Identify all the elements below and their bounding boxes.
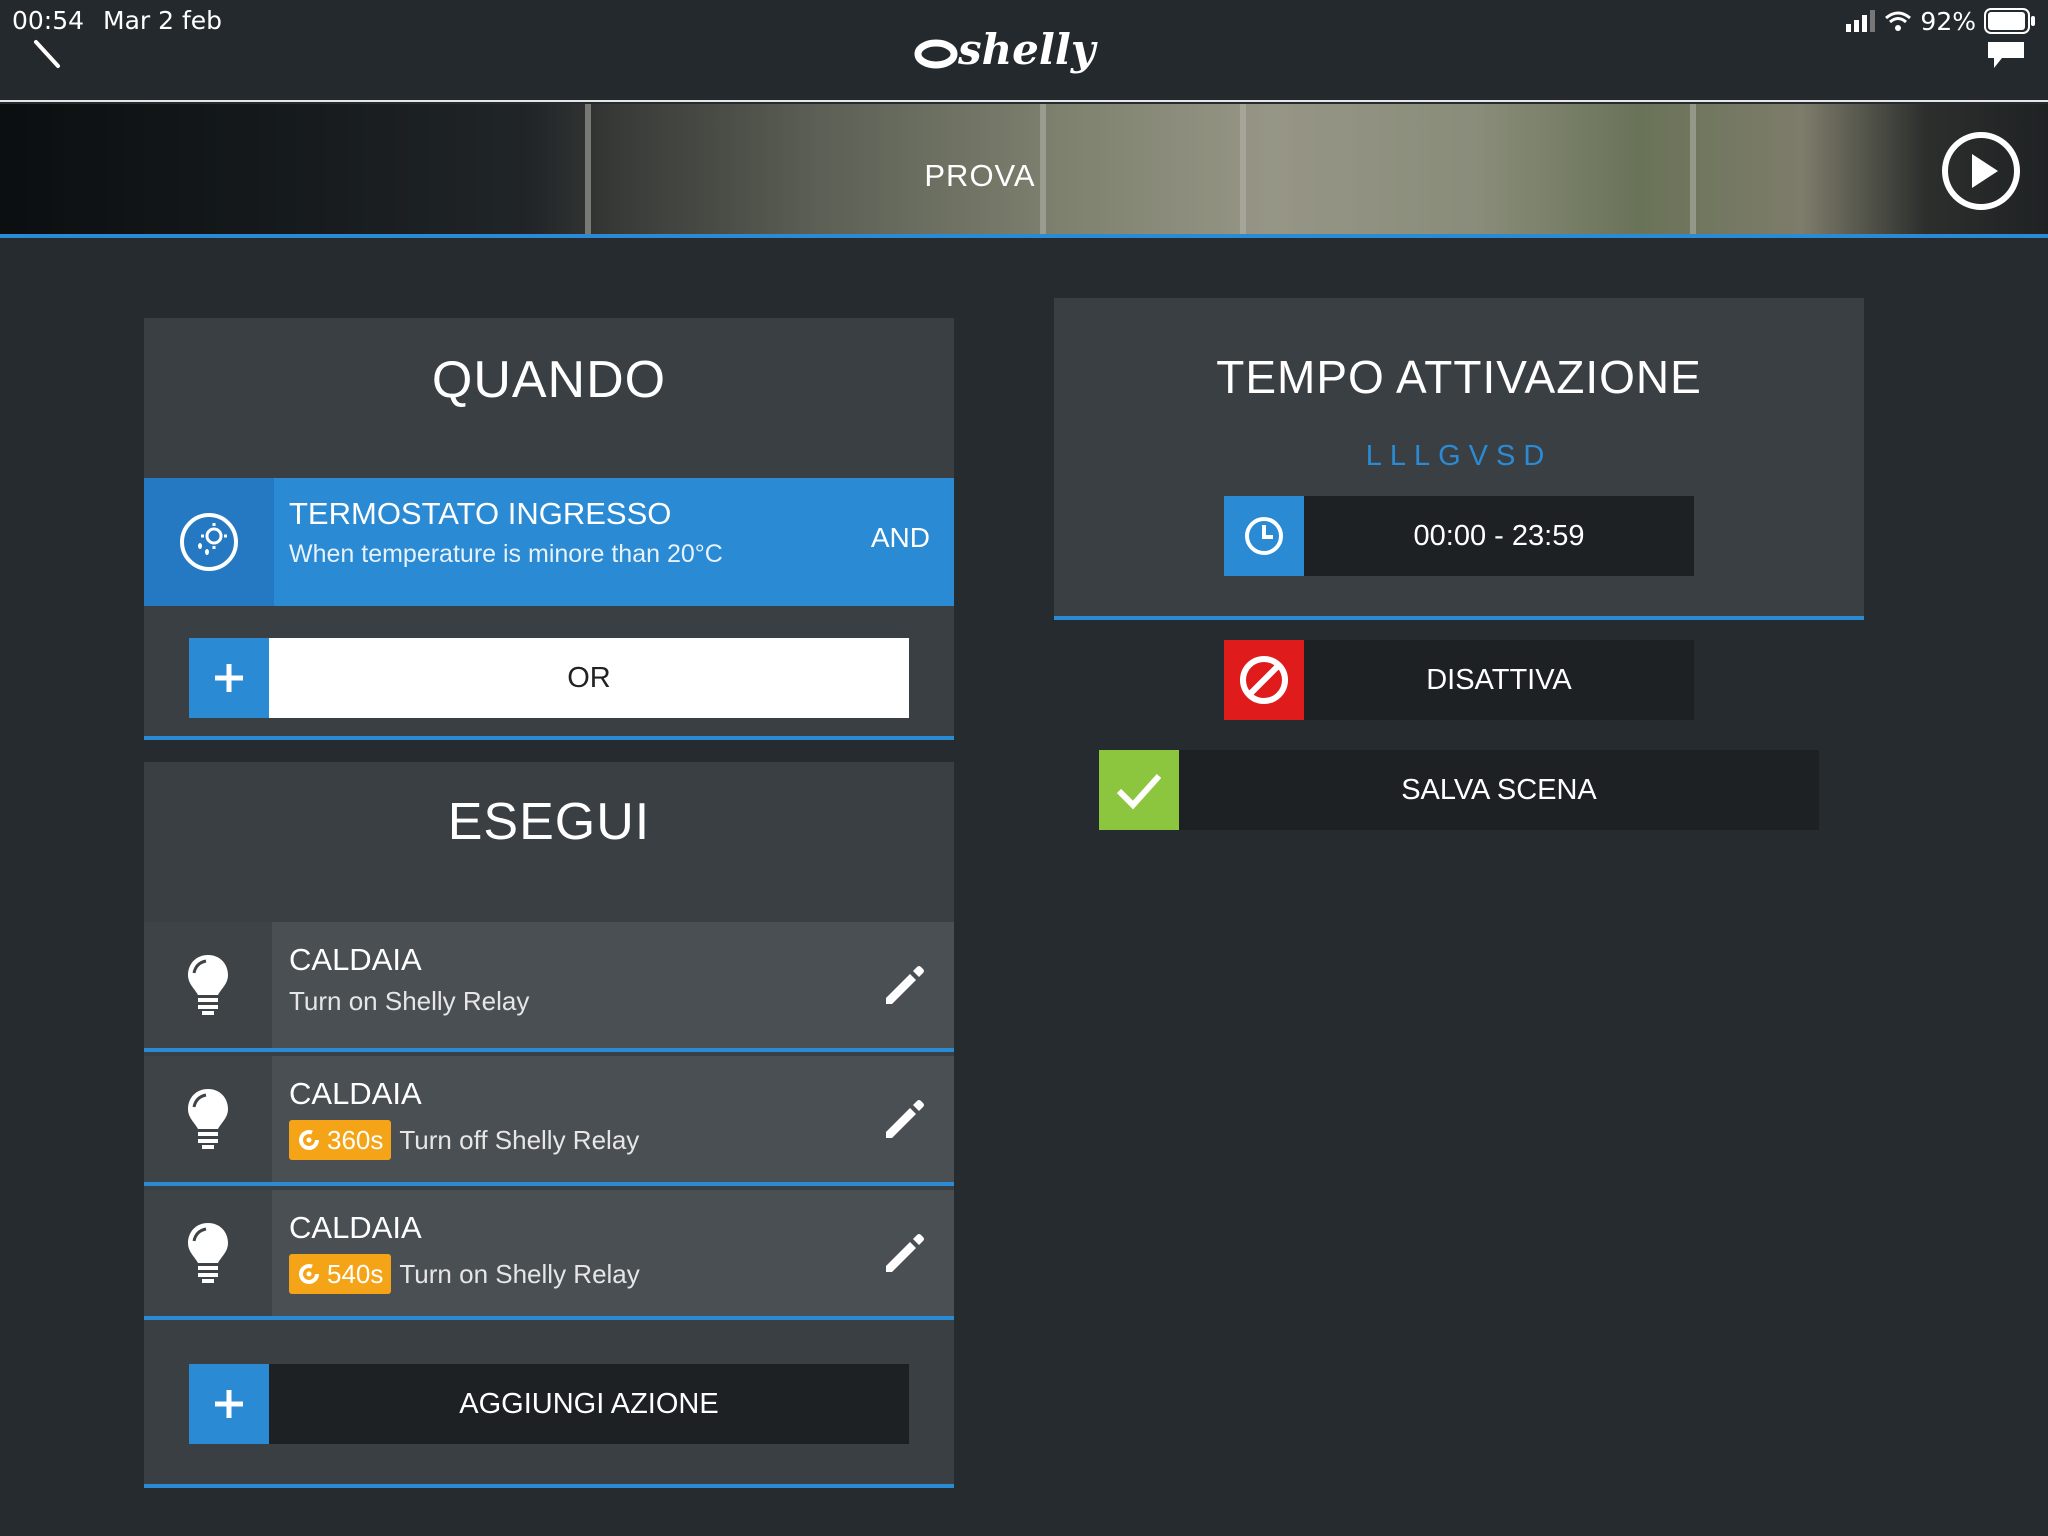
time-range-label: 00:00 - 23:59 xyxy=(1304,496,1694,576)
delay-badge: 360s xyxy=(289,1120,392,1160)
action-title: CALDAIA xyxy=(289,1076,422,1111)
when-panel: QUANDO TERMOSTATO INGRESSO When temperat… xyxy=(144,318,954,740)
or-label: OR xyxy=(269,638,909,718)
add-action-button[interactable]: AGGIUNGI AZIONE xyxy=(189,1364,909,1444)
active-days[interactable]: LLLGVSD xyxy=(1054,440,1864,473)
action-description: Turn on Shelly Relay xyxy=(289,986,530,1016)
delay-badge: 540s xyxy=(289,1254,392,1294)
status-date: Mar 2 feb xyxy=(103,6,223,35)
condition-title: TERMOSTATO INGRESSO xyxy=(289,496,672,531)
delay-value: 360s xyxy=(327,1124,384,1155)
plus-icon xyxy=(189,1364,269,1444)
save-scene-label: SALVA SCENA xyxy=(1179,750,1819,830)
back-icon[interactable] xyxy=(30,36,70,76)
activation-time-title: TEMPO ATTIVAZIONE xyxy=(1216,351,1702,403)
action-row[interactable]: CALDAIA 540s Turn on Shelly Relay xyxy=(144,1190,954,1320)
action-row[interactable]: CALDAIA Turn on Shelly Relay xyxy=(144,922,954,1052)
cellular-signal-icon xyxy=(1846,10,1876,32)
disable-label: DISATTIVA xyxy=(1304,640,1694,720)
add-or-condition-button[interactable]: OR xyxy=(189,638,909,718)
execute-title: ESEGUI xyxy=(447,793,651,851)
execute-panel: ESEGUI CALDAIA Turn on Shelly Relay CALD… xyxy=(144,762,954,1488)
action-subtitle: 360s Turn off Shelly Relay xyxy=(289,1120,639,1160)
chat-icon[interactable] xyxy=(1986,40,2026,70)
action-subtitle: 540s Turn on Shelly Relay xyxy=(289,1254,640,1294)
action-subtitle: Turn on Shelly Relay xyxy=(289,986,529,1017)
action-icon-cell xyxy=(144,1056,272,1182)
scene-title: PROVA xyxy=(924,158,1036,193)
timer-icon xyxy=(299,1264,319,1284)
block-icon xyxy=(1224,640,1304,720)
battery-icon xyxy=(1984,8,2035,34)
clock-icon xyxy=(1224,496,1304,576)
timer-icon xyxy=(299,1130,319,1150)
disable-button[interactable]: DISATTIVA xyxy=(1224,640,1694,720)
save-scene-button[interactable]: SALVA SCENA xyxy=(1099,750,1819,830)
scene-banner: PROVA xyxy=(0,104,2048,238)
action-icon-cell xyxy=(144,922,272,1048)
lightbulb-icon xyxy=(188,955,228,1015)
add-action-label: AGGIUNGI AZIONE xyxy=(269,1364,909,1444)
activation-time-panel: TEMPO ATTIVAZIONE LLLGVSD 00:00 - 23:59 xyxy=(1054,298,1864,620)
condition-logic[interactable]: AND xyxy=(871,522,930,554)
edit-pencil-icon[interactable] xyxy=(882,1230,928,1276)
lightbulb-icon xyxy=(188,1223,228,1283)
action-title: CALDAIA xyxy=(289,1210,422,1245)
condition-row[interactable]: TERMOSTATO INGRESSO When temperature is … xyxy=(144,478,954,606)
edit-pencil-icon[interactable] xyxy=(882,1096,928,1142)
play-scene-button[interactable] xyxy=(1940,130,2022,212)
action-description: Turn on Shelly Relay xyxy=(399,1258,640,1289)
thermostat-weather-icon xyxy=(180,513,238,571)
action-description: Turn off Shelly Relay xyxy=(399,1124,640,1155)
action-icon-cell xyxy=(144,1190,272,1316)
status-indicators: 92% xyxy=(1846,4,2036,38)
time-range-button[interactable]: 00:00 - 23:59 xyxy=(1224,496,1694,576)
wifi-icon xyxy=(1885,11,1912,31)
action-row[interactable]: CALDAIA 360s Turn off Shelly Relay xyxy=(144,1056,954,1186)
condition-icon-cell xyxy=(144,478,274,606)
battery-percent: 92% xyxy=(1920,6,1976,36)
edit-pencil-icon[interactable] xyxy=(882,962,928,1008)
top-bar: 00:54 Mar 2 feb shelly 92% xyxy=(0,0,2048,102)
plus-icon xyxy=(189,638,269,718)
status-time: 00:54 xyxy=(12,6,85,35)
delay-value: 540s xyxy=(327,1258,384,1289)
lightbulb-icon xyxy=(188,1089,228,1149)
condition-subtitle: When temperature is minore than 20°C xyxy=(289,540,723,568)
when-title: QUANDO xyxy=(431,351,667,409)
logo-text: shelly xyxy=(957,28,1098,74)
checkmark-icon xyxy=(1099,750,1179,830)
action-title: CALDAIA xyxy=(289,942,422,977)
shelly-logo: shelly xyxy=(914,28,1098,74)
